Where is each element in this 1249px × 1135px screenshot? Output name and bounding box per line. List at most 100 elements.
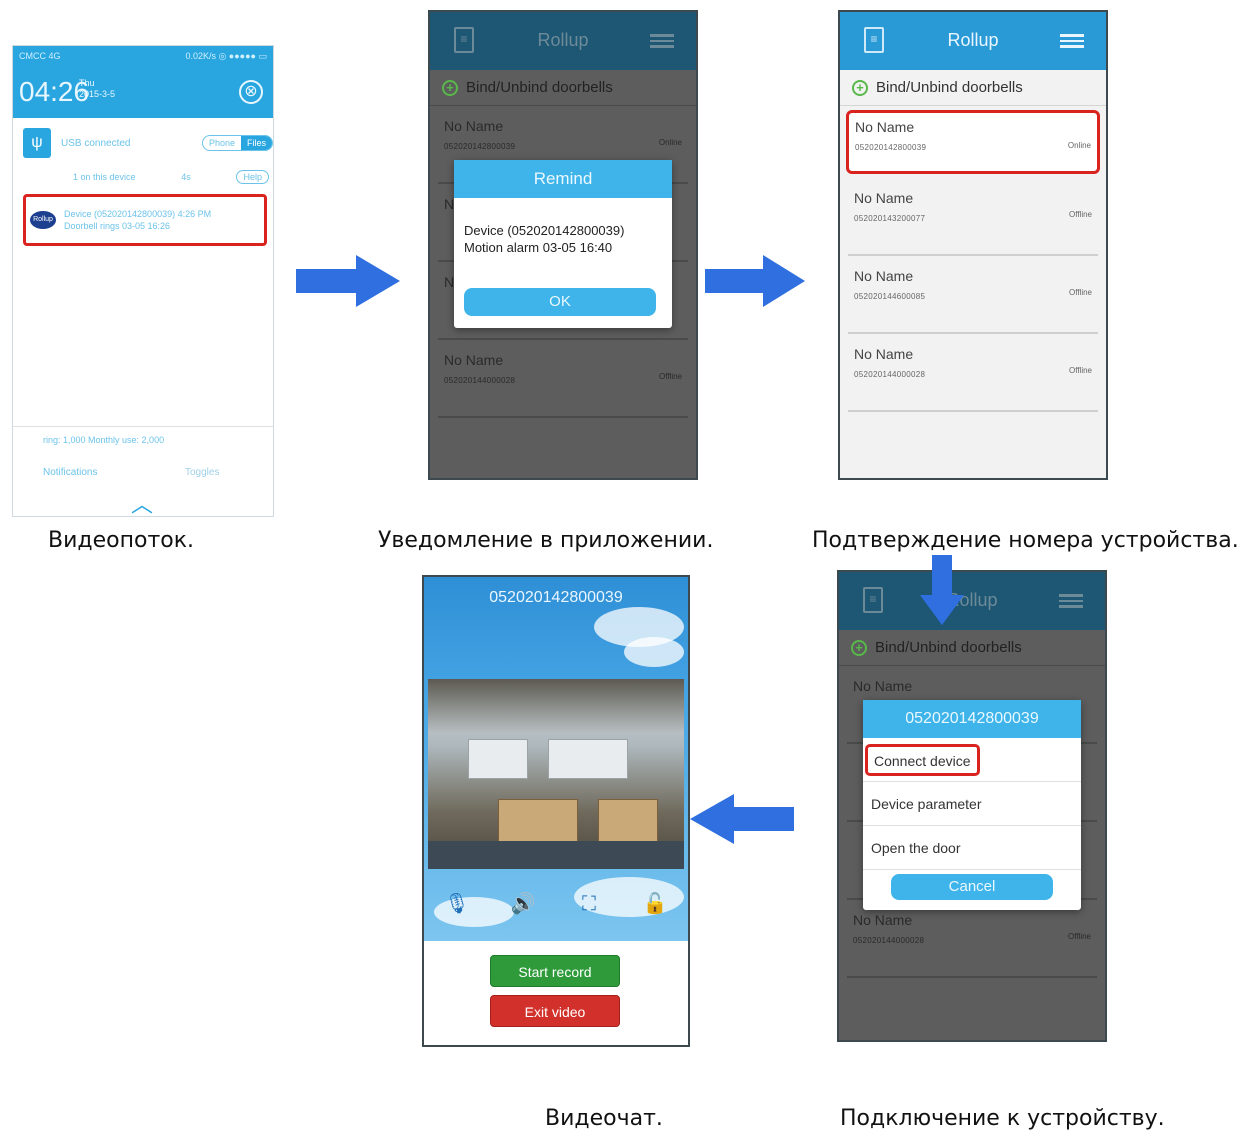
- usb-icon: ψ: [23, 128, 51, 158]
- open-door-option[interactable]: Open the door: [863, 826, 1081, 870]
- connect-row: Connect device: [863, 738, 1081, 782]
- device-name: No Name: [855, 119, 915, 135]
- seg-phone[interactable]: Phone: [203, 136, 241, 150]
- device-id: 052020144000028: [853, 936, 925, 945]
- device-name: No Name: [444, 352, 504, 368]
- start-record-button[interactable]: Start record: [490, 955, 620, 987]
- tab-toggles[interactable]: Toggles: [185, 467, 219, 478]
- list-item-selected[interactable]: No Name 052020142800039 Online: [846, 110, 1100, 174]
- tab-notifications[interactable]: Notifications: [43, 467, 97, 478]
- feed-window: [548, 739, 628, 779]
- connect-device-option[interactable]: Connect device: [865, 744, 980, 776]
- menu-icon[interactable]: [1059, 594, 1083, 608]
- bind-row[interactable]: + Bind/Unbind doorbells: [430, 70, 696, 106]
- feed-ceiling: [428, 679, 684, 734]
- device-parameter-option[interactable]: Device parameter: [863, 782, 1081, 826]
- notification-body: Doorbell rings 03-05 16:26: [64, 221, 171, 231]
- notification-text: Device (052020142800039) 4:26 PM Doorbel…: [64, 208, 211, 232]
- menu-icon[interactable]: [1060, 34, 1084, 48]
- camera-feed[interactable]: [428, 679, 684, 869]
- caption-device-confirm: Подтверждение номера устройства.: [812, 528, 1239, 553]
- bind-row[interactable]: + Bind/Unbind doorbells: [840, 70, 1106, 106]
- plus-icon: +: [442, 79, 458, 96]
- list-item[interactable]: No Name 052020143200077 Offline: [848, 178, 1098, 256]
- shade-header: 04:26 Thu 2015-3-5 ⊗: [13, 68, 273, 118]
- usb-mode-toggle[interactable]: Phone Files: [201, 135, 273, 151]
- device-id: 052020142800039: [444, 142, 516, 151]
- shade-footer: ring: 1,000 Monthly use: 2,000 Notificat…: [13, 426, 273, 516]
- notification-shade-screen: CMCC 4G 0.02K/s ◎ ●●●●● ▭ 04:26 Thu 2015…: [12, 45, 274, 517]
- usb-label: USB connected: [61, 137, 131, 149]
- bind-row[interactable]: + Bind/Unbind doorbells: [839, 630, 1105, 666]
- ok-button[interactable]: OK: [464, 288, 656, 316]
- plus-icon: +: [852, 79, 868, 96]
- status-bar: CMCC 4G 0.02K/s ◎ ●●●●● ▭: [13, 46, 273, 68]
- arrow-down-icon: [920, 555, 964, 625]
- cancel-button[interactable]: Cancel: [891, 874, 1053, 900]
- remind-screen: ≡ Rollup + Bind/Unbind doorbells No Name…: [428, 10, 698, 480]
- date: Thu 2015-3-5: [79, 78, 115, 100]
- carrier-label: CMCC 4G: [19, 51, 61, 61]
- usage-line: ring: 1,000 Monthly use: 2,000: [43, 435, 165, 445]
- device-name: No Name: [444, 118, 504, 134]
- notification-title: Device (052020142800039) 4:26 PM: [64, 209, 212, 219]
- device-name: No Name: [853, 912, 913, 928]
- list-item[interactable]: No Name 052020144000028 Offline: [847, 900, 1097, 978]
- dialog-alarm-line: Motion alarm 03-05 16:40: [464, 240, 613, 255]
- list-item[interactable]: No Name 052020144600085 Offline: [848, 256, 1098, 334]
- device-name: No Name: [854, 190, 914, 206]
- device-id: 052020143200077: [854, 214, 926, 223]
- fullscreen-icon[interactable]: ⛶: [574, 889, 604, 919]
- arrow-right-icon: [296, 255, 400, 307]
- seg-files[interactable]: Files: [240, 136, 272, 150]
- dialog-title: Remind: [454, 160, 672, 198]
- usb-row[interactable]: ψ USB connected Phone Files: [23, 126, 273, 160]
- app-bar: ≡ Rollup: [840, 12, 1106, 70]
- dialog-body: Device (052020142800039) Motion alarm 03…: [454, 198, 672, 256]
- list-item[interactable]: No Name 052020144000028 Offline: [848, 334, 1098, 412]
- device-row-label: 1 on this device: [73, 172, 136, 182]
- device-id: 052020144000028: [854, 370, 926, 379]
- arrow-left-icon: [690, 794, 794, 844]
- close-icon[interactable]: ⊗: [239, 80, 263, 104]
- device-id: 052020144000028: [444, 376, 516, 385]
- status-icons: 0.02K/s ◎ ●●●●● ▭: [185, 51, 267, 61]
- cloud: [624, 637, 684, 667]
- device-name: No Name: [854, 268, 914, 284]
- call-controls: 🎙 🔊 ⛶ 🔓: [424, 873, 688, 935]
- exit-video-button[interactable]: Exit video: [490, 995, 620, 1027]
- list-item[interactable]: No Name 052020144000028 Offline: [438, 340, 688, 418]
- app-bar: ≡ Rollup: [430, 12, 696, 70]
- video-title: 052020142800039: [489, 589, 623, 606]
- app-icon: Rollup: [30, 211, 56, 229]
- device-row-count: 4s: [181, 172, 191, 182]
- device-list-screen: ≡ Rollup + Bind/Unbind doorbells No Name…: [838, 10, 1108, 480]
- bind-label: Bind/Unbind doorbells: [875, 639, 1022, 656]
- device-name: No Name: [854, 346, 914, 362]
- date-value: 2015-3-5: [79, 89, 116, 99]
- plus-icon: +: [851, 639, 867, 656]
- caption-app-notification: Уведомление в приложении.: [378, 528, 714, 553]
- device-id: 052020144600085: [854, 292, 926, 301]
- caption-video-stream: Видеопоток.: [48, 528, 194, 553]
- app-bar: ≡ Rollup: [839, 572, 1105, 630]
- caption-video-chat: Видеочат.: [545, 1106, 663, 1131]
- feed-floor: [428, 841, 684, 869]
- device-row: 1 on this device 4s Help: [73, 170, 269, 184]
- microphone-icon[interactable]: 🎙: [442, 889, 472, 919]
- device-status: Offline: [1069, 288, 1092, 297]
- help-button[interactable]: Help: [236, 170, 269, 184]
- device-status: Offline: [1069, 210, 1092, 219]
- device-status: Online: [658, 138, 682, 147]
- chevron-up-icon[interactable]: ︿: [131, 487, 153, 516]
- remind-dialog: Remind Device (052020142800039) Motion a…: [454, 160, 672, 328]
- doorbell-notification[interactable]: Rollup Device (052020142800039) 4:26 PM …: [23, 194, 267, 246]
- speaker-icon[interactable]: 🔊: [508, 889, 538, 919]
- device-status: Online: [1067, 141, 1091, 150]
- menu-icon[interactable]: [650, 34, 674, 48]
- connect-menu-screen: ≡ Rollup + Bind/Unbind doorbells No Name…: [837, 570, 1107, 1042]
- video-chat-screen: 052020142800039 🎙 🔊 ⛶ 🔓 Start record Exi…: [422, 575, 690, 1047]
- unlock-icon[interactable]: 🔓: [640, 889, 670, 919]
- bind-label: Bind/Unbind doorbells: [876, 79, 1023, 96]
- dialog-device-line: Device (052020142800039): [464, 223, 625, 238]
